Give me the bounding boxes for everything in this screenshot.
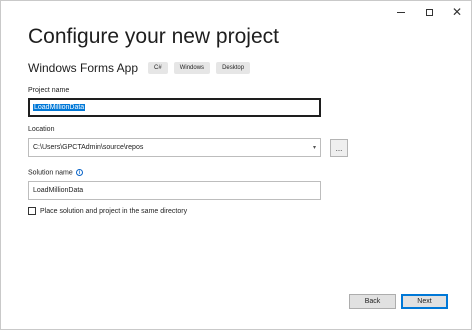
project-name-value: LoadMillionData [33, 104, 86, 111]
caption-buttons: ✕ [387, 1, 471, 23]
solution-name-value: LoadMillionData [33, 187, 84, 194]
maximize-button[interactable] [415, 1, 443, 23]
solution-name-label-row: Solution name i [28, 169, 83, 176]
page-title: Configure your new project [28, 25, 279, 48]
minimize-icon [397, 11, 405, 13]
location-label: Location [28, 126, 55, 133]
tag-language: C# [148, 62, 168, 74]
location-value: C:\Users\GPCTAdmin\source\repos [33, 144, 144, 151]
browse-button[interactable]: ... [330, 139, 348, 157]
close-icon: ✕ [451, 5, 463, 19]
template-name: Windows Forms App [28, 61, 139, 75]
tag-project-type: Desktop [216, 62, 251, 74]
back-button[interactable]: Back [349, 294, 396, 309]
template-info: Windows Forms App C# Windows Desktop [28, 61, 256, 75]
location-combobox[interactable]: C:\Users\GPCTAdmin\source\repos ▾ [28, 138, 321, 157]
chevron-down-icon[interactable]: ▾ [313, 139, 316, 156]
configure-project-window: ✕ Configure your new project Windows For… [0, 0, 472, 330]
project-name-label: Project name [28, 87, 70, 94]
same-directory-label: Place solution and project in the same d… [40, 207, 188, 215]
minimize-button[interactable] [387, 1, 415, 23]
maximize-icon [425, 8, 433, 16]
next-button[interactable]: Next [401, 294, 448, 309]
info-icon[interactable]: i [75, 169, 83, 176]
solution-name-label: Solution name [28, 169, 73, 177]
project-name-input[interactable]: LoadMillionData [28, 98, 321, 117]
same-directory-option[interactable]: Place solution and project in the same d… [28, 207, 187, 215]
close-button[interactable]: ✕ [443, 1, 471, 23]
same-directory-checkbox[interactable] [28, 207, 36, 215]
solution-name-input[interactable]: LoadMillionData [28, 181, 321, 200]
tag-platform: Windows [173, 62, 211, 74]
